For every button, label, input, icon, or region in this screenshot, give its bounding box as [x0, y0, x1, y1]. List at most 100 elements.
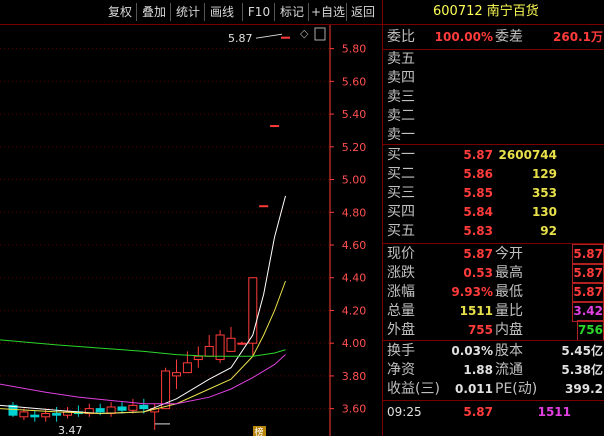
stock-code-name: 600712 南宁百货 — [433, 0, 539, 24]
buy-price: 5.87 — [463, 148, 493, 162]
stat-label: 总量 — [387, 303, 415, 319]
buy-label: 买三 — [387, 185, 415, 201]
buy-row[interactable]: 买四 5.84 130 — [383, 203, 604, 222]
candle-body — [128, 404, 138, 411]
quote-panel: 600712 南宁百货 委比 100.00% 委差 260.1万 卖五 卖四 卖三卖… — [382, 0, 604, 436]
candle-body — [226, 337, 236, 352]
fundamental-label: 换手 — [387, 343, 415, 359]
stat-row: 涨幅 9.93% 最低 5.87 — [383, 282, 604, 303]
ma-line-3 — [0, 354, 286, 405]
high-price-label: 5.87 — [228, 32, 253, 45]
fundamental-value: 5.45亿 — [561, 344, 603, 358]
toolbar-separator — [308, 3, 309, 21]
weicha-label: 委差 — [495, 29, 523, 45]
stat-value: 3.42 — [572, 301, 604, 322]
candle-body — [281, 36, 290, 39]
toolbar-button-5[interactable]: 标记 — [276, 2, 308, 22]
stat-value: 0.53 — [463, 266, 493, 280]
fundamental-label: 股本 — [495, 343, 523, 359]
sell-row[interactable]: 卖二 — [383, 107, 604, 126]
candle-body — [19, 411, 29, 418]
toolbar-separator — [136, 3, 137, 21]
candle-body — [117, 406, 127, 411]
stat-row: 现价 5.87 今开 5.87 — [383, 244, 604, 265]
stat-label: 涨跌 — [387, 265, 415, 281]
kline-chart[interactable]: 5.80 5.60 5.40 5.20 5.00 4.80 4.60 4.40 4.20 4.00… — [0, 25, 382, 436]
fundamental-value: 0.03% — [451, 344, 493, 358]
y-tick-label: 5.00 — [342, 174, 367, 187]
toolbar-button-0[interactable]: 复权 — [104, 2, 136, 22]
sell-row[interactable]: 卖四 — [383, 69, 604, 88]
divider — [383, 400, 604, 401]
y-tick-label: 5.60 — [342, 75, 367, 88]
stat-value: 5.87 — [463, 247, 493, 261]
fundamental-value: 1.88 — [463, 363, 493, 377]
candle-body — [204, 345, 214, 357]
ma-line-2 — [0, 280, 286, 415]
stat-label: 涨幅 — [387, 284, 415, 300]
sell-label: 卖一 — [387, 127, 415, 143]
tick-price: 5.87 — [463, 405, 493, 419]
stat-value: 1511 — [459, 304, 493, 318]
buy-volume: 92 — [540, 224, 557, 238]
divider — [383, 144, 604, 145]
buy-price: 5.84 — [463, 205, 493, 219]
chart-toolbar: 复权 叠加 统计 画线 F10 标记 +自选 返回 — [0, 0, 382, 25]
stat-label: 今开 — [495, 246, 523, 262]
candle-body — [182, 362, 192, 374]
stat-value: 5.87 — [572, 282, 604, 303]
buy-row[interactable]: 买五 5.83 92 — [383, 222, 604, 241]
y-tick-label: 5.40 — [342, 108, 367, 121]
toolbar-separator — [204, 3, 205, 21]
candle-body — [95, 408, 105, 413]
divider — [383, 243, 604, 244]
toolbar-button-2[interactable]: 统计 — [172, 2, 204, 22]
high-pointer — [255, 33, 283, 39]
stat-label: 外盘 — [387, 322, 415, 338]
toolbar-button-7[interactable]: 返回 — [348, 2, 378, 22]
weibi-row: 委比 100.00% 委差 260.1万 — [383, 28, 604, 47]
y-tick-label: 3.80 — [342, 370, 367, 383]
buy-row[interactable]: 买三 5.85 353 — [383, 184, 604, 203]
stat-label: 量比 — [495, 303, 523, 319]
fundamental-label: PE(动) — [495, 381, 538, 397]
fundamental-value: 399.2 — [565, 382, 603, 396]
buy-row[interactable]: 买二 5.86 129 — [383, 165, 604, 184]
stock-code: 600712 — [433, 4, 483, 19]
stat-value: 756 — [576, 320, 604, 341]
toolbar-button-6[interactable]: +自选 — [310, 2, 346, 22]
stat-label: 最低 — [495, 284, 523, 300]
stat-value: 5.87 — [572, 263, 604, 284]
ma-line-4 — [0, 339, 286, 357]
fundamental-row: 净资 1.88 流通 5.38亿 — [383, 361, 604, 380]
fundamental-row: 收益(三) 0.011 PE(动) 399.2 — [383, 380, 604, 399]
y-tick-label: 4.40 — [342, 272, 367, 285]
candle-body — [52, 413, 62, 416]
sell-row[interactable]: 卖五 — [383, 50, 604, 69]
toolbar-separator — [346, 3, 347, 21]
sell-label: 卖五 — [387, 51, 415, 67]
buy-label: 买五 — [387, 223, 415, 239]
fundamental-value: 5.38亿 — [561, 363, 603, 377]
buy-volume: 130 — [531, 205, 557, 219]
y-tick-label: 5.20 — [342, 141, 367, 154]
divider — [383, 340, 604, 341]
toolbar-button-1[interactable]: 叠加 — [138, 2, 170, 22]
kline-svg[interactable]: 5.80 5.60 5.40 5.20 5.00 4.80 4.60 4.40 4.20 4.00… — [0, 25, 382, 436]
buy-label: 买四 — [387, 204, 415, 220]
buy-label: 买二 — [387, 166, 415, 182]
low-price-label: 3.47 — [58, 424, 83, 436]
buy-row[interactable]: 买一 5.87 2600744 — [383, 146, 604, 165]
candle-body — [237, 342, 247, 345]
toolbar-button-3[interactable]: 画线 — [206, 2, 238, 22]
toolbar-separator — [274, 3, 275, 21]
toolbar-button-4[interactable]: F10 — [244, 2, 274, 22]
tick-row: 09:25 5.87 1511 — [383, 403, 604, 422]
bottom-marker-label: 榜 — [254, 426, 263, 436]
stock-name: 南宁百货 — [486, 4, 539, 19]
sell-row[interactable]: 卖三 — [383, 88, 604, 107]
tick-time: 09:25 — [387, 405, 422, 419]
y-tick-label: 3.60 — [342, 403, 367, 416]
sell-row[interactable]: 卖一 — [383, 126, 604, 145]
buy-price: 5.83 — [463, 224, 493, 238]
